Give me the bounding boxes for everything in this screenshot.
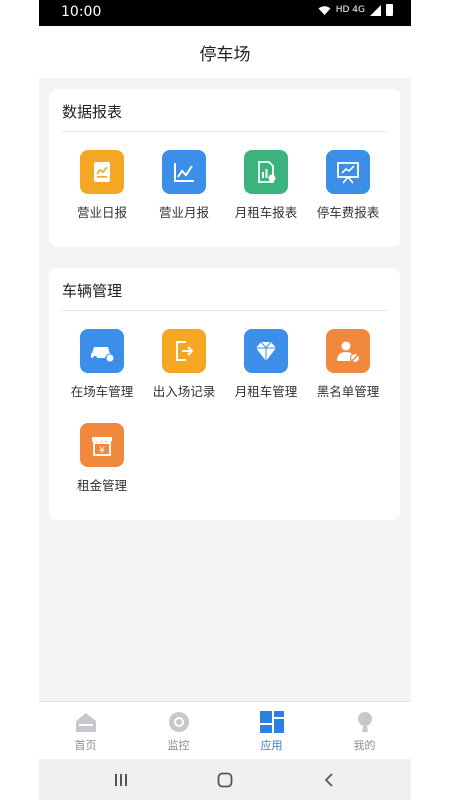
section-title-data-report: 数据报表 <box>62 103 123 121</box>
blacklist-button[interactable]: 黑名单管理 <box>302 329 394 400</box>
daily-report-icon <box>80 150 124 194</box>
diamond-icon <box>244 329 288 373</box>
divider <box>62 131 387 132</box>
tab-apps[interactable]: 应用 <box>225 710 318 753</box>
back-icon[interactable] <box>309 769 349 791</box>
apps-grid-icon <box>259 710 284 734</box>
monthly-rental-report-button[interactable]: 月租车报表 <box>220 150 312 221</box>
tab-profile[interactable]: 我的 <box>318 710 411 753</box>
exit-door-icon <box>162 329 206 373</box>
daily-report-button[interactable]: 营业日报 <box>56 150 148 221</box>
divider <box>62 310 387 311</box>
on-site-vehicle-label: 在场车管理 <box>70 384 134 399</box>
data-report-card: 数据报表 营业日报 营业月报 月租车报表 停车费报表 <box>49 89 400 247</box>
parking-fee-report-label: 停车费报表 <box>316 205 380 220</box>
tab-apps-label: 应用 <box>260 739 283 752</box>
monthly-report-label: 营业月报 <box>158 205 209 220</box>
svg-text:¥: ¥ <box>99 446 105 456</box>
car-clock-icon <box>80 329 124 373</box>
bottom-tab-bar: 首页 监控 应用 我的 <box>39 701 411 760</box>
document-chart-icon <box>244 150 288 194</box>
vehicle-management-card: 车辆管理 在场车管理 出入场记录 月租车管理 黑名单管理 ¥ 租金管理 <box>49 268 400 520</box>
recent-apps-icon[interactable] <box>101 769 141 791</box>
home-button-icon[interactable] <box>205 769 245 791</box>
entry-exit-record-button[interactable]: 出入场记录 <box>138 329 230 400</box>
network-label: HD 4G <box>335 5 365 15</box>
status-icons: HD 4G <box>318 4 393 16</box>
rent-management-label: 租金管理 <box>76 478 127 493</box>
presentation-board-icon <box>326 150 370 194</box>
page-title: 停车场 <box>199 44 251 65</box>
camera-icon <box>167 710 191 734</box>
parking-fee-report-button[interactable]: 停车费报表 <box>302 150 394 221</box>
status-bar: 10:00 HD 4G <box>39 0 411 26</box>
page-header: 停车场 <box>39 26 411 78</box>
on-site-vehicle-button[interactable]: 在场车管理 <box>56 329 148 400</box>
line-chart-icon <box>162 150 206 194</box>
app-screen: 10:00 HD 4G 停车场 数据报表 营业日报 营业月报 月租车报表 停车费… <box>39 0 411 800</box>
entry-exit-record-label: 出入场记录 <box>152 384 216 399</box>
daily-report-label: 营业日报 <box>76 205 127 220</box>
rent-management-button[interactable]: ¥ 租金管理 <box>56 423 148 494</box>
tab-monitor[interactable]: 监控 <box>132 710 225 753</box>
battery-icon <box>386 4 393 16</box>
tab-home[interactable]: 首页 <box>39 710 132 753</box>
tab-monitor-label: 监控 <box>167 739 190 752</box>
blacklist-label: 黑名单管理 <box>316 384 380 399</box>
system-navigation-bar <box>39 759 411 800</box>
home-icon <box>74 710 98 734</box>
profile-icon <box>353 710 377 734</box>
user-block-icon <box>326 329 370 373</box>
monthly-rental-vehicle-label: 月租车管理 <box>234 384 298 399</box>
tab-home-label: 首页 <box>74 739 97 752</box>
monthly-rental-vehicle-button[interactable]: 月租车管理 <box>220 329 312 400</box>
monthly-report-button[interactable]: 营业月报 <box>138 150 230 221</box>
section-title-vehicle-management: 车辆管理 <box>62 282 123 300</box>
rent-shop-icon: ¥ <box>80 423 124 467</box>
monthly-rental-report-label: 月租车报表 <box>234 205 298 220</box>
status-time: 10:00 <box>61 4 102 20</box>
tab-profile-label: 我的 <box>353 739 376 752</box>
wifi-icon <box>318 5 331 15</box>
signal-icon <box>370 4 381 16</box>
